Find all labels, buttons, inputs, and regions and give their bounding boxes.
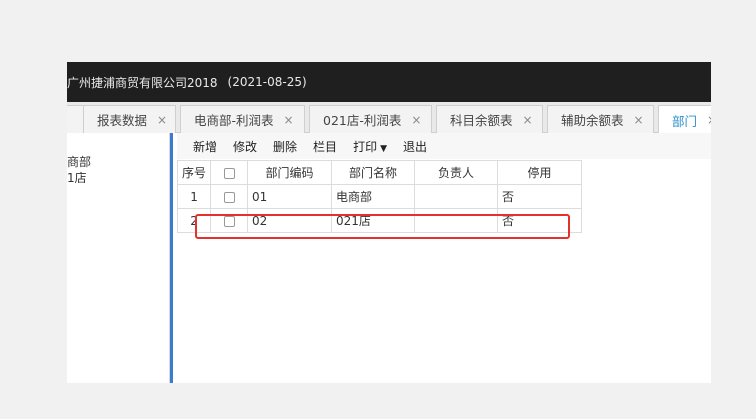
table-header-row: 序号 部门编码 部门名称 负责人 停用 [176,160,583,185]
add-button[interactable]: 新增 [193,138,217,155]
tab-label: 021店-利润表 [323,113,402,128]
print-label: 打印 [353,139,378,154]
tab-bar: 报表数据 × 电商部-利润表 × 021店-利润表 × 科目余额表 × 辅助余额… [67,102,711,134]
pane-splitter[interactable] [170,133,173,383]
row-disabled: 否 [497,208,583,233]
exit-button[interactable]: 退出 [403,138,427,155]
header-index: 序号 [176,160,212,185]
tab-partial[interactable] [67,105,84,133]
tree-item-ecommerce[interactable]: 商部 [67,153,91,170]
header-code: 部门编码 [247,160,333,185]
tab-account-balance[interactable]: 科目余额表 × [436,105,543,133]
tab-ecommerce-profit[interactable]: 电商部-利润表 × [180,105,305,133]
row-checkbox[interactable] [223,191,235,203]
table-row[interactable]: 1 01 电商部 否 [176,184,583,209]
caret-down-icon: ▼ [380,143,387,154]
delete-button[interactable]: 删除 [273,138,297,155]
table-row[interactable]: 2 02 021店 否 [176,208,583,233]
columns-button[interactable]: 栏目 [313,138,337,155]
row-name: 电商部 [331,184,416,209]
row-select[interactable] [210,184,249,209]
department-tree: 商部 1店 [67,133,170,383]
tab-021-profit[interactable]: 021店-利润表 × [309,105,432,133]
row-manager [414,208,499,233]
tab-label: 辅助余额表 [561,113,624,128]
tab-department[interactable]: 部门 × [658,105,711,134]
department-table: 序号 部门编码 部门名称 负责人 停用 1 01 电商部 否 2 02 021店… [176,160,583,233]
close-icon[interactable]: × [634,113,644,127]
row-name: 021店 [331,208,416,233]
close-icon[interactable]: × [707,113,711,127]
title-date: (2021-08-25) [227,75,307,89]
row-index: 1 [176,184,212,209]
header-disabled: 停用 [497,160,583,185]
app-window: 广州捷浦商贸有限公司2018 (2021-08-25) 报表数据 × 电商部-利… [67,62,711,383]
toolbar: 新增 修改 删除 栏目 打印 ▼ 退出 [177,133,711,159]
row-index: 2 [176,208,212,233]
close-icon[interactable]: × [284,113,294,127]
close-icon[interactable]: × [411,113,421,127]
tab-label: 报表数据 [97,113,148,128]
tab-report-data[interactable]: 报表数据 × [83,105,176,133]
row-code: 01 [247,184,333,209]
row-checkbox[interactable] [223,215,235,227]
header-name: 部门名称 [331,160,416,185]
tab-label: 电商部-利润表 [194,113,274,128]
select-all-checkbox[interactable] [223,167,235,179]
tab-aux-balance[interactable]: 辅助余额表 × [547,105,654,133]
print-button[interactable]: 打印 ▼ [353,138,387,155]
row-code: 02 [247,208,333,233]
tab-label: 科目余额表 [450,113,513,128]
title-bar: 广州捷浦商贸有限公司2018 (2021-08-25) [67,62,711,102]
edit-button[interactable]: 修改 [233,138,257,155]
tree-item-021-store[interactable]: 1店 [67,169,87,186]
close-icon[interactable]: × [157,113,167,127]
header-manager: 负责人 [414,160,499,185]
company-title: 广州捷浦商贸有限公司2018 [67,75,218,90]
header-select-all[interactable] [210,160,249,185]
close-icon[interactable]: × [523,113,533,127]
row-select[interactable] [210,208,249,233]
row-manager [414,184,499,209]
row-disabled: 否 [497,184,583,209]
tab-label: 部门 [672,113,698,129]
